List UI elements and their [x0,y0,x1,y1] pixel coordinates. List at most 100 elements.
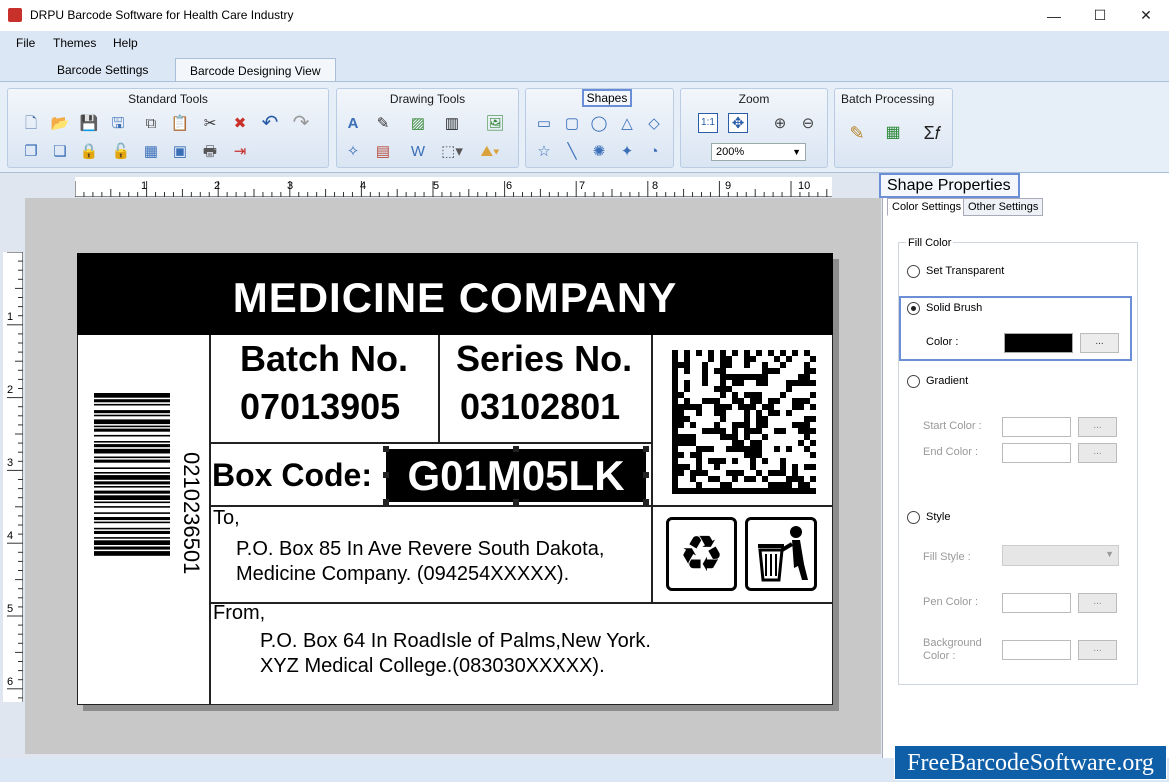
line-icon[interactable]: ╲ [562,141,582,161]
text-icon[interactable]: A [343,113,363,133]
selection-handle[interactable] [643,472,649,478]
picture-icon[interactable]: 🖼 [485,113,505,133]
solid-color-swatch[interactable] [1004,333,1073,353]
zoom-out-icon[interactable]: ⊖ [798,113,818,133]
tab-barcode-designing-view[interactable]: Barcode Designing View [175,58,336,82]
arc-icon[interactable]: ◔ [644,141,664,161]
lock-icon[interactable]: 🔒 [79,141,99,161]
linear-barcode[interactable] [94,393,170,611]
tab-barcode-settings[interactable]: Barcode Settings [43,58,162,82]
export-icon[interactable]: ⇥ [230,141,250,161]
solid-brush-radio[interactable] [907,302,920,315]
gradient-radio[interactable] [907,375,920,388]
send-back-icon[interactable]: ❏ [50,141,70,161]
datamatrix-barcode[interactable] [672,350,816,494]
series-value[interactable]: 03102801 [460,386,620,428]
pen-icon[interactable]: ✎ [373,113,393,133]
to-label[interactable]: To, [213,507,240,530]
pen-color-button[interactable]: ... [1078,593,1117,613]
from-line1[interactable]: P.O. Box 64 In RoadIsle of Palms,New Yor… [260,630,651,653]
maximize-button[interactable]: ☐ [1077,0,1123,31]
box-code-value[interactable]: G01M05LK [386,449,646,502]
label-header[interactable]: MEDICINE COMPANY [77,253,833,335]
image-icon[interactable]: ▨ [408,113,428,133]
close-button[interactable]: ✕ [1123,0,1169,31]
print-icon[interactable]: 🖶 [200,141,220,161]
box-code-label[interactable]: Box Code: [212,457,372,494]
fill-style-select[interactable]: ▼ [1002,545,1119,566]
style-radio[interactable] [907,511,920,524]
paste-icon[interactable]: 📋 [170,113,190,133]
copy-icon[interactable]: ⧉ [141,113,161,133]
barcode-number[interactable]: 0210236501 [178,452,204,574]
tab-other-settings[interactable]: Other Settings [963,198,1044,216]
menu-help[interactable]: Help [113,36,138,50]
new-icon[interactable]: 🗋 [21,113,41,133]
end-color-swatch[interactable] [1002,443,1071,463]
batch-value[interactable]: 07013905 [240,386,400,428]
to-line2[interactable]: Medicine Company. (094254XXXXX). [236,563,569,586]
minimize-button[interactable]: — [1031,0,1077,31]
star-icon[interactable]: ☆ [534,141,554,161]
selection-handle[interactable] [383,472,389,478]
selection-handle[interactable] [513,446,519,452]
selection-handle[interactable] [513,499,519,505]
zoom-in-icon[interactable]: ⊕ [770,113,790,133]
selection-handle[interactable] [643,446,649,452]
start-color-button[interactable]: ... [1078,417,1117,437]
select-icon[interactable]: ⬚▾ [441,141,463,161]
triangle-icon[interactable]: △ [617,113,637,133]
unlock-icon[interactable]: 🔓 [111,141,131,161]
barcode-icon[interactable]: ▥ [442,113,462,133]
gradient-label[interactable]: Gradient [926,375,968,387]
end-color-button[interactable]: ... [1078,443,1117,463]
trash-bin-icon[interactable] [745,517,817,591]
batch-edit-icon[interactable]: ✎ [847,123,867,143]
selection-handle[interactable] [643,499,649,505]
selection-handle[interactable] [383,446,389,452]
undo-icon[interactable]: ↶ [260,113,280,133]
set-transparent-label[interactable]: Set Transparent [926,265,1004,277]
ellipse-icon[interactable]: ◯ [589,113,609,133]
menu-themes[interactable]: Themes [53,36,96,50]
image-dropdown-icon[interactable]: ⛰▾ [480,141,500,161]
save-as-icon[interactable]: 🖫 [108,113,128,133]
from-label[interactable]: From, [213,602,265,625]
menu-file[interactable]: File [16,36,35,50]
watermark-icon[interactable]: W [408,141,428,161]
star-shape-icon[interactable]: ✧ [343,141,363,161]
cut-icon[interactable]: ✂ [200,113,220,133]
fit-icon[interactable]: ▣ [170,141,190,161]
zoom-select[interactable]: 200% ▼ [711,143,806,161]
to-line1[interactable]: P.O. Box 85 In Ave Revere South Dakota, [236,538,604,561]
pen-color-swatch[interactable] [1002,593,1071,613]
color-picker-button[interactable]: ... [1080,333,1119,353]
batch-title[interactable]: Batch No. [240,338,408,380]
recycle-icon[interactable]: ♻ [666,517,737,591]
save-icon[interactable]: 💾 [79,113,99,133]
diamond-icon[interactable]: ◇ [644,113,664,133]
redo-icon[interactable]: ↷ [291,113,311,133]
bring-front-icon[interactable]: ❐ [21,141,41,161]
rectangle-icon[interactable]: ▭ [534,113,554,133]
actual-size-icon[interactable]: 1:1 [698,113,718,133]
solid-brush-label[interactable]: Solid Brush [926,302,982,314]
excel-icon[interactable]: ▦ [883,123,903,143]
background-color-button[interactable]: ... [1078,640,1117,660]
burst-icon[interactable]: ✺ [589,141,609,161]
from-line2[interactable]: XYZ Medical College.(083030XXXXX). [260,655,605,678]
rounded-rectangle-icon[interactable]: ▢ [562,113,582,133]
tab-color-settings[interactable]: Color Settings [887,198,967,216]
grid-icon[interactable]: ▦ [141,141,161,161]
series-title[interactable]: Series No. [456,338,632,380]
star4-icon[interactable]: ✦ [617,141,637,161]
style-label[interactable]: Style [926,511,950,523]
selection-handle[interactable] [383,499,389,505]
delete-icon[interactable]: ✖ [230,113,250,133]
background-color-swatch[interactable] [1002,640,1071,660]
set-transparent-radio[interactable] [907,265,920,278]
open-icon[interactable]: 📂 [50,113,70,133]
fit-page-icon[interactable]: ✥ [728,113,748,133]
formula-icon[interactable]: Σ𝑓 [917,123,947,143]
library-icon[interactable]: ▤ [373,141,393,161]
